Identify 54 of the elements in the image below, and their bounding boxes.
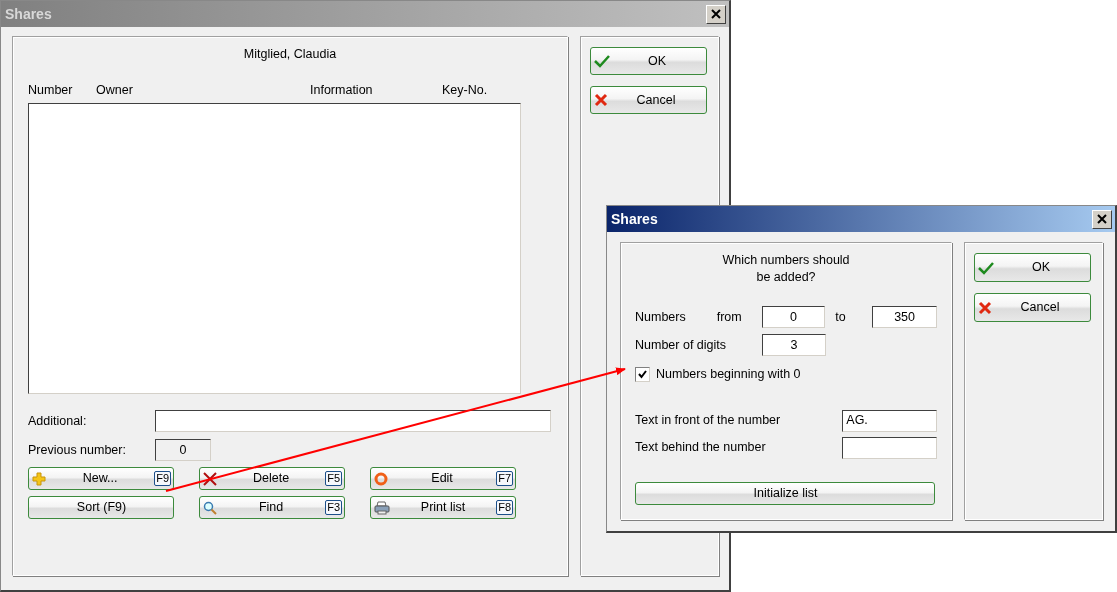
column-header: Information — [310, 83, 374, 97]
plus-icon — [32, 471, 46, 486]
field-label: Number of digits — [635, 336, 727, 354]
input-field[interactable]: 0 — [761, 306, 826, 328]
field-label: to — [834, 308, 847, 326]
column-header: Owner — [96, 83, 134, 97]
cancel-icon — [978, 300, 992, 315]
initialize-list-button[interactable]: Initialize list — [635, 481, 935, 505]
close-button[interactable] — [706, 4, 726, 24]
check-icon — [978, 260, 994, 275]
new-button[interactable]: New... F9 — [28, 467, 174, 490]
window-title: Shares — [611, 209, 658, 229]
close-icon — [711, 9, 721, 19]
delete-icon — [203, 471, 217, 486]
shortcut-key-badge: F5 — [325, 471, 342, 486]
delete-button[interactable]: Delete F5 — [199, 467, 345, 490]
field-label: Additional: — [28, 412, 88, 430]
field-label: Text behind the number — [635, 439, 767, 457]
member-name: Mitglied, Claudia — [242, 46, 338, 62]
ok-button[interactable]: OK — [974, 253, 1091, 282]
checkbox[interactable] — [635, 366, 650, 382]
shortcut-key-badge: F7 — [496, 471, 513, 486]
cancel-button[interactable]: Cancel — [590, 86, 707, 114]
shortcut-key-badge: F8 — [496, 500, 513, 515]
ring-icon — [374, 471, 388, 486]
shortcut-key-badge: F9 — [154, 471, 171, 486]
input-field[interactable]: AG. — [842, 409, 937, 432]
question-text: Which numbers should be added? — [721, 252, 851, 286]
field-label: Numbers — [635, 308, 687, 326]
find-button[interactable]: Find F3 — [199, 496, 345, 519]
field-label: from — [716, 308, 743, 326]
column-header: Number — [28, 83, 74, 97]
input-field: 0 — [155, 439, 211, 461]
edit-button[interactable]: Edit F7 — [370, 467, 516, 490]
close-button[interactable] — [1092, 209, 1112, 229]
search-icon — [203, 500, 217, 515]
cancel-button[interactable]: Cancel — [974, 293, 1091, 322]
printer-icon — [374, 500, 390, 515]
window-title: Shares — [5, 4, 52, 24]
cancel-icon — [594, 93, 608, 107]
print-list-button[interactable]: Print list F8 — [370, 496, 516, 519]
input-field[interactable] — [842, 436, 937, 459]
input-field[interactable] — [155, 410, 551, 432]
input-field[interactable]: 3 — [762, 334, 826, 356]
ok-button[interactable]: OK — [590, 47, 707, 75]
column-header: Key-No. — [442, 83, 489, 97]
shortcut-key-badge: F3 — [325, 500, 342, 515]
close-icon — [1097, 214, 1107, 224]
field-label: Previous number: — [28, 441, 127, 459]
sort-button[interactable]: Sort (F9) — [28, 496, 174, 519]
field-label: Text in front of the number — [635, 412, 782, 430]
check-icon — [594, 54, 610, 68]
input-field[interactable]: 350 — [872, 306, 937, 328]
checkbox-label: Numbers beginning with 0 — [656, 366, 801, 383]
